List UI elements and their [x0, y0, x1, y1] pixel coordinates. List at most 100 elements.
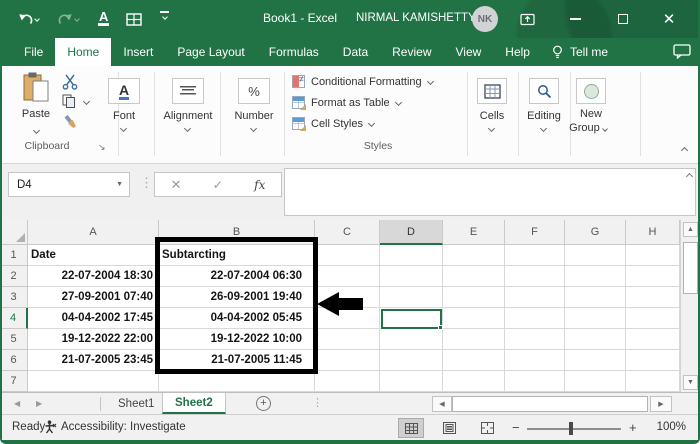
tab-help[interactable]: Help	[493, 38, 542, 66]
zoom-out-button[interactable]: −	[512, 420, 520, 435]
tab-home[interactable]: Home	[55, 38, 112, 66]
hscroll-left-button[interactable]: ◀	[432, 396, 452, 412]
cell-A1[interactable]: Date	[28, 245, 159, 266]
enter-entry-button[interactable]: ✓	[213, 178, 223, 192]
zoom-slider-track[interactable]	[527, 428, 621, 430]
cell-G7[interactable]	[565, 371, 626, 392]
cell-E2[interactable]	[443, 266, 505, 287]
cell-A4[interactable]: 04-04-2002 17:45	[28, 308, 159, 329]
horizontal-scrollbar[interactable]	[452, 396, 648, 412]
cell-B7[interactable]	[159, 371, 315, 392]
column-header-H[interactable]: H	[626, 220, 680, 245]
cell-H5[interactable]	[626, 329, 680, 350]
cells-group-dropdown[interactable]	[487, 124, 496, 133]
cell-F3[interactable]	[505, 287, 565, 308]
cell-A6[interactable]: 21-07-2005 23:45	[28, 350, 159, 371]
maximize-button[interactable]	[610, 8, 636, 30]
cell-G1[interactable]	[565, 245, 626, 266]
cell-G3[interactable]	[565, 287, 626, 308]
column-header-D[interactable]: D	[380, 220, 443, 245]
borders-button[interactable]	[126, 9, 142, 29]
cell-C7[interactable]	[315, 371, 380, 392]
sheet-tab-sheet1[interactable]: Sheet1	[106, 393, 166, 414]
cell-H3[interactable]	[626, 287, 680, 308]
tab-page-layout[interactable]: Page Layout	[165, 38, 256, 66]
name-box[interactable]: D4 ▼	[8, 172, 130, 197]
cell-B5[interactable]: 19-12-2022 10:00	[159, 329, 315, 350]
minimize-button[interactable]	[562, 8, 588, 30]
cell-H6[interactable]	[626, 350, 680, 371]
cell-F6[interactable]	[505, 350, 565, 371]
cell-E7[interactable]	[443, 371, 505, 392]
cell-H2[interactable]	[626, 266, 680, 287]
cell-C5[interactable]	[315, 329, 380, 350]
select-all-corner[interactable]	[0, 220, 28, 245]
cell-B6[interactable]: 21-07-2005 11:45	[159, 350, 315, 371]
insert-function-button[interactable]: fx	[254, 178, 265, 192]
cell-C1[interactable]	[315, 245, 380, 266]
styles-item-cell-styles[interactable]: Cell Styles	[292, 114, 376, 133]
cut-button[interactable]	[62, 74, 78, 95]
tab-review[interactable]: Review	[380, 38, 443, 66]
format-painter-button[interactable]	[62, 114, 79, 135]
scroll-down-button[interactable]: ▼	[683, 375, 698, 390]
zoom-in-button[interactable]: +	[629, 420, 637, 435]
cell-B1[interactable]: Subtarcting	[159, 245, 315, 266]
font-group-button[interactable]: A	[108, 78, 140, 104]
cells-group-button[interactable]	[477, 78, 507, 104]
editing-group-button[interactable]	[529, 78, 559, 104]
cell-D1[interactable]	[380, 245, 443, 266]
number-group-button[interactable]: %	[238, 78, 270, 104]
customize-qat-button[interactable]	[160, 11, 169, 31]
tell-me-button[interactable]: Tell me	[542, 38, 618, 66]
cell-D5[interactable]	[380, 329, 443, 350]
cell-F7[interactable]	[505, 371, 565, 392]
copy-button[interactable]	[62, 94, 76, 114]
zoom-slider-handle[interactable]	[569, 422, 573, 435]
cell-A3[interactable]: 27-09-2001 07:40	[28, 287, 159, 308]
new-group-button[interactable]	[576, 78, 606, 104]
cell-B4[interactable]: 04-04-2002 05:45	[159, 308, 315, 329]
cell-G2[interactable]	[565, 266, 626, 287]
new-sheet-button[interactable]: +	[256, 396, 271, 411]
cell-E1[interactable]	[443, 245, 505, 266]
vertical-scrollbar-thumb[interactable]	[683, 242, 698, 294]
row-header-5[interactable]: 5	[0, 329, 28, 350]
sheet-tab-sheet2[interactable]: Sheet2	[162, 393, 226, 414]
zoom-level[interactable]: 100%	[646, 421, 686, 433]
avatar[interactable]: NK	[472, 6, 498, 32]
cell-B2[interactable]: 22-07-2004 06:30	[159, 266, 315, 287]
cell-F1[interactable]	[505, 245, 565, 266]
column-header-E[interactable]: E	[443, 220, 505, 245]
paste-button[interactable]: Paste	[14, 72, 58, 138]
cell-H7[interactable]	[626, 371, 680, 392]
number-group-dropdown[interactable]	[249, 124, 258, 133]
ribbon-display-options-button[interactable]	[514, 8, 540, 30]
row-header-6[interactable]: 6	[0, 350, 28, 371]
page-layout-view-button[interactable]	[436, 418, 462, 438]
cell-E4[interactable]	[443, 308, 505, 329]
cancel-entry-button[interactable]: ✕	[171, 177, 182, 193]
cell-C6[interactable]	[315, 350, 380, 371]
cell-F2[interactable]	[505, 266, 565, 287]
clipboard-dialog-launcher[interactable]: ↘	[98, 142, 106, 153]
row-header-3[interactable]: 3	[0, 287, 28, 308]
cell-D2[interactable]	[380, 266, 443, 287]
row-header-1[interactable]: 1	[0, 245, 28, 266]
cell-C2[interactable]	[315, 266, 380, 287]
cell-E3[interactable]	[443, 287, 505, 308]
cell-D3[interactable]	[380, 287, 443, 308]
tab-view[interactable]: View	[444, 38, 494, 66]
cell-B3[interactable]: 26-09-2001 19:40	[159, 287, 315, 308]
cell-D6[interactable]	[380, 350, 443, 371]
sheet-nav-left-icon[interactable]: ◀	[14, 399, 20, 408]
tab-formulas[interactable]: Formulas	[257, 38, 331, 66]
alignment-group-dropdown[interactable]	[183, 124, 192, 133]
column-header-A[interactable]: A	[28, 220, 159, 245]
font-color-button[interactable]: A	[98, 8, 110, 28]
cell-F4[interactable]	[505, 308, 565, 329]
cell-G4[interactable]	[565, 308, 626, 329]
tab-insert[interactable]: Insert	[111, 38, 165, 66]
hscroll-right-button[interactable]: ▶	[650, 396, 672, 412]
cell-D7[interactable]	[380, 371, 443, 392]
